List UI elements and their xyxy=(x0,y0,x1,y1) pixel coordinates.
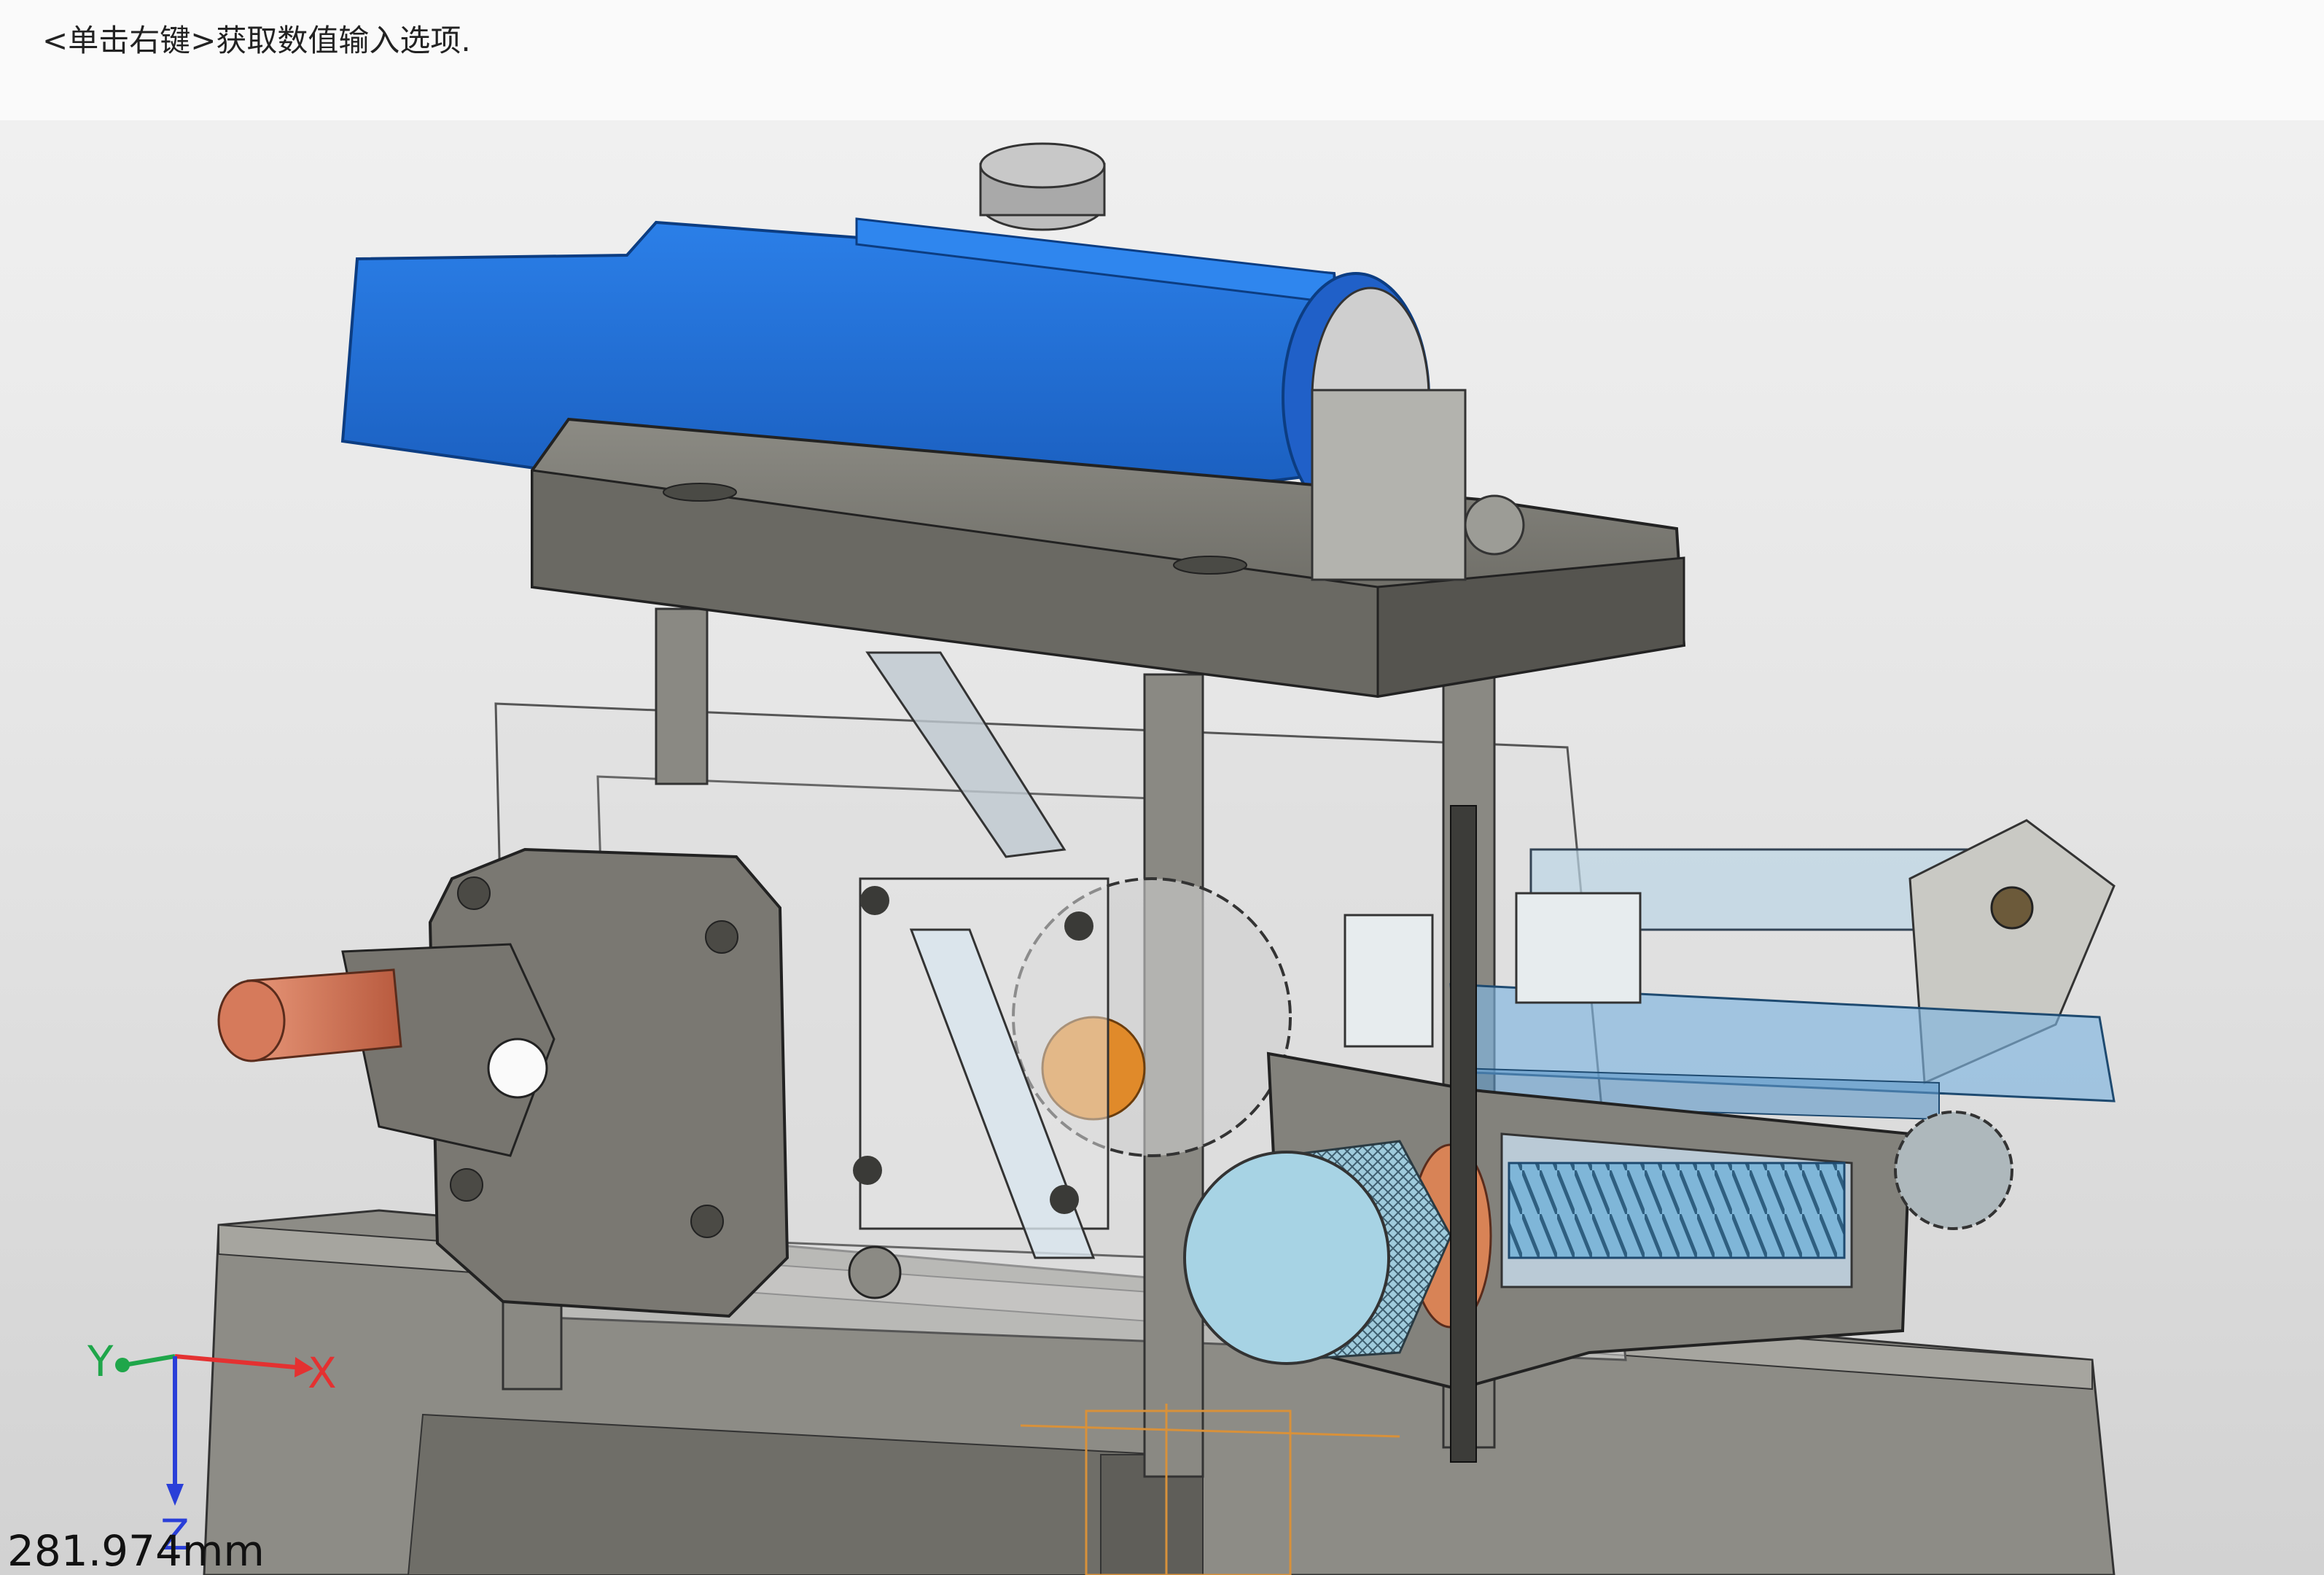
command-prompt-bar: <单击右键>获取数值输入选项. xyxy=(0,0,2324,120)
3d-viewport[interactable]: X Y Z 281.974mm xyxy=(0,120,2324,1575)
y-axis-label: Y xyxy=(87,1337,114,1386)
measurement-readout: 281.974mm xyxy=(7,1526,265,1575)
x-axis-label: X xyxy=(308,1348,337,1398)
cad-model-render[interactable]: X Y Z xyxy=(0,120,2324,1575)
copper-shaft xyxy=(217,968,402,1062)
command-prompt-text: <单击右键>获取数值输入选项. xyxy=(42,23,471,58)
